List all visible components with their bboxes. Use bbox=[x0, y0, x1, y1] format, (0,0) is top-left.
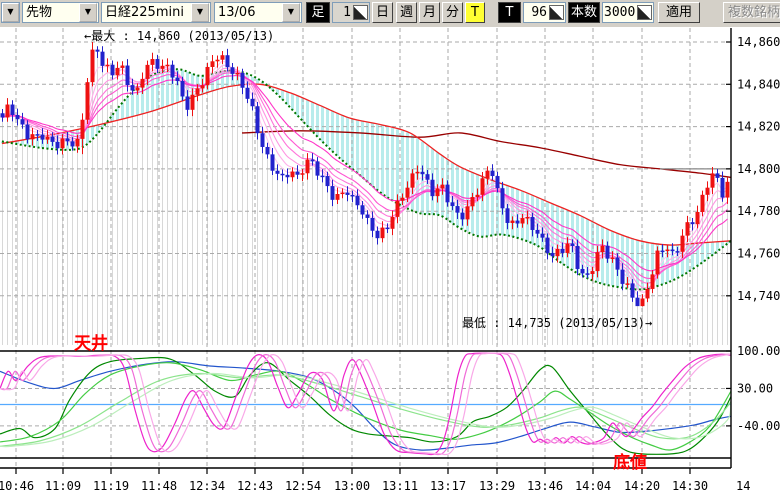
time-axis-label: 14:04 bbox=[575, 479, 611, 493]
compare-symbols-button[interactable]: 複数銘柄 bbox=[723, 2, 780, 23]
price-axis-label: 14,860 bbox=[737, 35, 780, 49]
period-minute-button[interactable]: 分 bbox=[442, 2, 463, 23]
period-week-button[interactable]: 週 bbox=[396, 2, 417, 23]
price-axis-label: 14,800 bbox=[737, 162, 780, 176]
bar-type-button[interactable]: 足 bbox=[306, 2, 330, 23]
symbol-select[interactable]: 日経225mini ▼ bbox=[101, 2, 211, 23]
apply-button[interactable]: 適用 bbox=[658, 2, 700, 23]
mini-dropdown[interactable]: ▼ bbox=[1, 2, 20, 23]
time-axis-label: 13:00 bbox=[334, 479, 370, 493]
spin-diagonal-icon[interactable] bbox=[353, 5, 368, 20]
oscillator-axis-label: -40.00 bbox=[737, 419, 780, 433]
tick-mode-button[interactable]: T bbox=[465, 2, 485, 23]
time-axis-label: 11:19 bbox=[93, 479, 129, 493]
bar-interval-box bbox=[332, 2, 370, 23]
bars-count-label: 本数 bbox=[568, 2, 600, 23]
time-axis-label: 12:43 bbox=[237, 479, 273, 493]
tick-count-input[interactable] bbox=[524, 5, 548, 20]
time-axis-label: 14 bbox=[736, 479, 750, 493]
trading-app-window: { "toolbar": { "mini_dropdown_arrow": "▼… bbox=[0, 0, 780, 500]
price-axis-label: 14,760 bbox=[737, 247, 780, 261]
time-axis-label: 12:34 bbox=[189, 479, 225, 493]
period-month-button[interactable]: 月 bbox=[419, 2, 440, 23]
time-axis-label: 13:11 bbox=[382, 479, 418, 493]
contract-month-select[interactable]: 13/06 ▼ bbox=[214, 2, 302, 23]
chevron-down-icon[interactable]: ▼ bbox=[282, 3, 300, 22]
price-axis-label: 14,780 bbox=[737, 204, 780, 218]
instrument-type-value: 先物 bbox=[23, 3, 78, 22]
price-axis-label: 14,820 bbox=[737, 120, 780, 134]
tick-count-label: T bbox=[498, 2, 521, 23]
time-axis-label: 11:48 bbox=[141, 479, 177, 493]
time-axis-label: 10:46 bbox=[0, 479, 34, 493]
chart-canvas: 14,860 14,840 14,820 14,800 14,780 14,760 14,7… bbox=[0, 27, 780, 500]
time-axis-label: 14:30 bbox=[672, 479, 708, 493]
time-axis-label: 13:17 bbox=[430, 479, 466, 493]
bottom-label: 底値 bbox=[613, 452, 647, 473]
oscillator-axis-label: 30.00 bbox=[737, 381, 773, 395]
time-axis-label: 14:20 bbox=[624, 479, 660, 493]
contract-month-value: 13/06 bbox=[215, 3, 281, 22]
period-day-button[interactable]: 日 bbox=[372, 2, 393, 23]
ceiling-label: 天井 bbox=[74, 333, 108, 354]
oscillator-axis-label: 100.00 bbox=[737, 344, 780, 358]
bar-interval-input[interactable] bbox=[333, 5, 352, 20]
price-axis-label: 14,840 bbox=[737, 77, 780, 91]
price-axis-label: 14,740 bbox=[737, 289, 780, 303]
spin-diagonal-icon[interactable] bbox=[549, 5, 564, 20]
bars-count-input[interactable] bbox=[603, 5, 636, 20]
time-axis-label: 13:46 bbox=[527, 479, 563, 493]
tick-count-box bbox=[523, 2, 566, 23]
time-axis-label: 12:54 bbox=[285, 479, 321, 493]
max-annotation: ←最大 : 14,860 (2013/05/13) bbox=[84, 29, 274, 43]
chevron-down-icon[interactable]: ▼ bbox=[79, 3, 97, 22]
instrument-type-select[interactable]: 先物 ▼ bbox=[22, 2, 99, 23]
chevron-down-icon[interactable]: ▼ bbox=[191, 3, 209, 22]
time-axis-label: 11:09 bbox=[45, 479, 81, 493]
min-annotation: 最低 : 14,735 (2013/05/13)→ bbox=[462, 316, 652, 330]
spin-diagonal-icon[interactable] bbox=[637, 5, 652, 20]
time-axis-label: 13:29 bbox=[479, 479, 515, 493]
toolbar: ▼ 先物 ▼ 日経225mini ▼ 13/06 ▼ 足 日 週 月 分 T T… bbox=[0, 0, 780, 28]
bars-count-box bbox=[602, 2, 654, 23]
symbol-value: 日経225mini bbox=[102, 3, 190, 22]
chevron-down-icon[interactable]: ▼ bbox=[2, 3, 19, 22]
